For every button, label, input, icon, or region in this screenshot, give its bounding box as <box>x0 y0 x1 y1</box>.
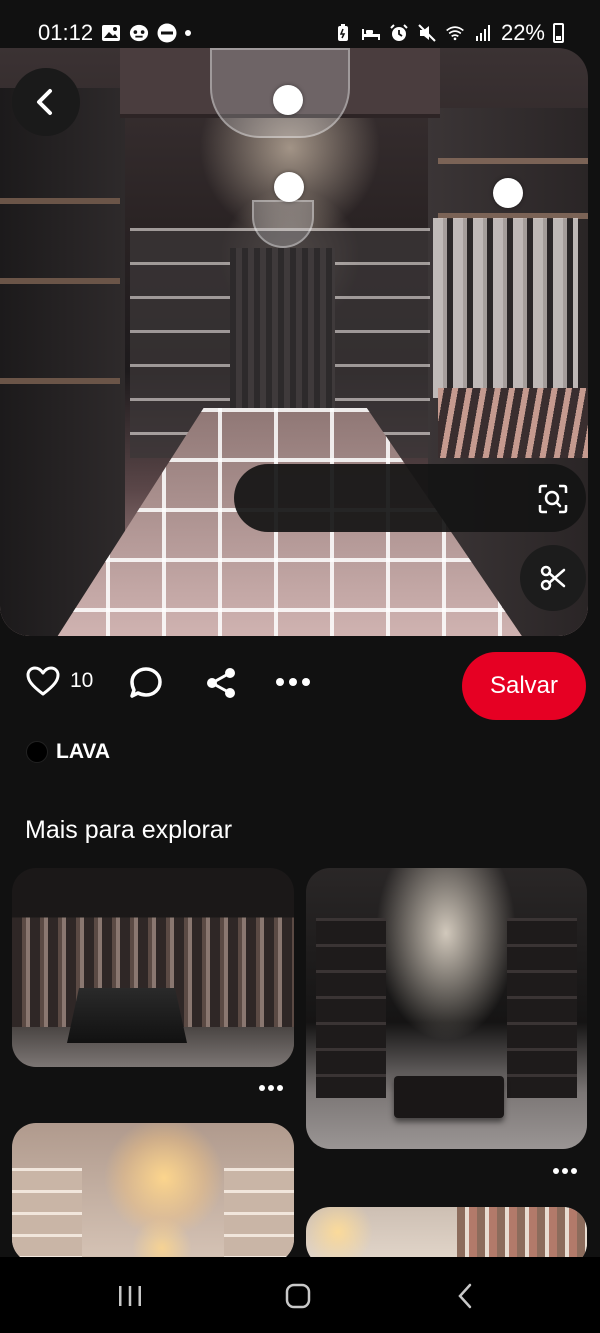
chevron-left-icon <box>37 89 52 115</box>
cutout-button[interactable] <box>520 545 586 611</box>
pin-image-shelves <box>12 1168 82 1263</box>
related-pin[interactable] <box>12 868 294 1067</box>
product-hotspot-dot[interactable] <box>274 172 304 202</box>
navigation-bar <box>0 1257 600 1333</box>
visual-search-button[interactable] <box>520 466 586 532</box>
avatar[interactable] <box>26 741 48 763</box>
pin-image-cabinet <box>316 918 386 1098</box>
home-icon <box>285 1283 311 1309</box>
recent-apps-button[interactable] <box>100 1277 160 1315</box>
notification-dot-icon <box>185 30 192 36</box>
back-button[interactable] <box>12 68 80 136</box>
more-options-button[interactable] <box>276 678 310 686</box>
sleep-mode-icon <box>361 23 381 43</box>
more-icon <box>276 678 310 686</box>
image-hanging-clothes <box>433 218 578 398</box>
messenger-icon <box>129 23 149 43</box>
related-pin[interactable] <box>306 868 587 1149</box>
save-button[interactable]: Salvar <box>462 652 586 720</box>
author-name[interactable]: LAVA <box>56 740 110 764</box>
pin-image-floor <box>12 1027 294 1067</box>
gallery-icon <box>101 23 121 43</box>
image-shelf <box>0 378 120 384</box>
do-not-disturb-icon <box>157 23 177 43</box>
like-button[interactable]: 10 <box>26 666 93 696</box>
comment-button[interactable] <box>129 666 163 700</box>
pin-author[interactable]: LAVA <box>26 740 110 764</box>
battery-saver-icon <box>333 23 353 43</box>
image-shelf <box>0 278 120 284</box>
comment-icon <box>130 667 162 698</box>
recent-apps-icon <box>119 1286 141 1306</box>
signal-icon <box>473 23 493 43</box>
scissors-icon <box>540 565 566 591</box>
battery-percent: 22% <box>500 20 545 45</box>
pin-image[interactable] <box>0 48 588 636</box>
image-shelf <box>438 158 588 164</box>
status-time: 01:12 <box>38 20 94 45</box>
image-wall-left <box>0 88 125 636</box>
product-hotspot-dot[interactable] <box>493 178 523 208</box>
more-icon[interactable] <box>259 1085 283 1091</box>
pin-image-bench <box>394 1076 504 1118</box>
share-button[interactable] <box>204 666 238 700</box>
status-right: 22% <box>333 20 564 46</box>
battery-icon <box>553 23 564 43</box>
status-left: 01:12 <box>38 20 192 46</box>
lens-search-icon <box>538 484 568 514</box>
back-nav-button[interactable] <box>436 1277 496 1315</box>
share-icon <box>207 668 235 698</box>
pin-image-cabinet <box>507 918 577 1098</box>
like-count: 10 <box>70 669 94 692</box>
chevron-left-icon <box>458 1283 472 1309</box>
section-title: Mais para explorar <box>25 816 233 844</box>
alarm-icon <box>389 23 409 43</box>
more-icon[interactable] <box>553 1168 577 1174</box>
home-button[interactable] <box>268 1277 328 1315</box>
image-shelf <box>0 198 120 204</box>
related-pin[interactable] <box>12 1123 294 1263</box>
product-hotspot-dot[interactable] <box>273 85 303 115</box>
heart-icon <box>26 666 60 696</box>
pin-image-shelves <box>224 1168 294 1263</box>
image-hangers <box>438 388 588 458</box>
wifi-icon <box>445 23 465 43</box>
mute-icon <box>417 23 437 43</box>
